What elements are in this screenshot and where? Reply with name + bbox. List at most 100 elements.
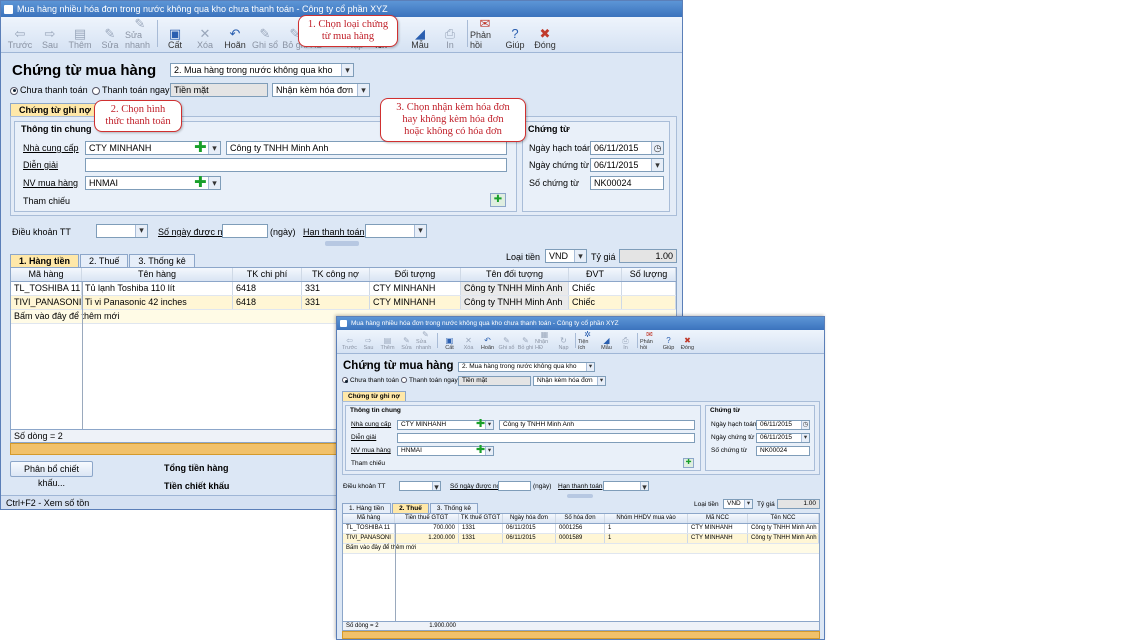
posting-date-field[interactable]: 06/11/2015 ◷ [590,141,664,155]
tab-goods-money[interactable]: 1. Hàng tiền [342,503,392,513]
toolbar-utility-button[interactable]: ✲Tiện ích [578,331,597,352]
description-field[interactable] [397,433,695,443]
toolbar-delete-button[interactable]: ✕ Xóa [190,27,220,50]
invoice-option-select[interactable]: Nhận kèm hóa đơn ▾ [272,83,370,97]
column-header[interactable]: TK công nợ [302,268,370,281]
table-cell[interactable]: 0001256 [556,524,605,533]
tab-debit-voucher[interactable]: Chứng từ ghi nợ [10,103,100,116]
column-header[interactable]: Đối tượng [370,268,461,281]
toolbar-add-doc-button[interactable]: ▤ Thêm [378,337,397,352]
table-cell[interactable]: 331 [302,282,370,295]
table-cell[interactable]: 0001589 [556,534,605,543]
calendar-icon[interactable]: ◷ [801,421,809,429]
voucher-type-select[interactable]: 2. Mua hàng trong nước không qua kho ▾ [458,362,595,372]
calendar-icon[interactable]: ◷ [651,142,663,154]
table-cell[interactable]: TIVI_PANASONI [343,534,395,543]
table-cell[interactable]: Chiếc [569,282,622,295]
collapse-handle[interactable] [325,241,359,246]
table-cell[interactable]: CTY MINHANH [688,534,748,543]
posting-date-field[interactable]: 06/11/2015 ◷ [756,420,810,430]
toolbar-edit-doc-button[interactable]: ✎ Sửa [397,337,416,352]
add-staff-icon[interactable]: ✚ [194,173,207,191]
toolbar-help-button[interactable]: ? Giúp [659,337,678,352]
add-reference-icon[interactable]: ✚ [490,193,506,207]
toolbar-arrow-left-button[interactable]: ⇦ Trước [340,337,359,352]
table-cell[interactable]: 1331 [459,534,503,543]
column-header[interactable]: Mã hàng [343,514,395,523]
voucher-date-field[interactable]: 06/11/2015 ▾ [590,158,664,172]
toolbar-print-button[interactable]: ⎙ In [616,337,635,352]
table-cell[interactable]: Công ty TNHH Minh Anh [461,282,569,295]
toolbar-close-button[interactable]: ✖ Đóng [678,337,697,352]
column-header[interactable]: ĐVT [569,268,622,281]
tab-statistics[interactable]: 3. Thống kê [429,503,479,513]
radio-unpaid[interactable]: Chưa thanh toán [342,377,399,384]
voucher-date-field[interactable]: 06/11/2015 ▾ [756,433,810,443]
tab-debit-voucher[interactable]: Chứng từ ghi nợ [342,391,406,401]
toolbar-save-button[interactable]: ▣ Cất [440,337,459,352]
column-header[interactable]: Tên đối tượng [461,268,569,281]
table-cell[interactable]: 6418 [233,282,302,295]
table-cell[interactable]: 06/11/2015 [503,524,556,533]
rate-field[interactable]: 1.00 [619,249,677,263]
table-cell[interactable]: CTY MINHANH [370,296,461,309]
toolbar-quick-edit-button[interactable]: ✎ Sửa nhanh [416,331,435,352]
toolbar-undo-button[interactable]: ↶ Hoãn [220,27,250,50]
table-cell[interactable]: 700.000 [395,524,459,533]
toolbar-feedback-button[interactable]: ✉ Phản hồi [470,17,500,50]
table-cell[interactable]: 06/11/2015 [503,534,556,543]
due-date-field[interactable]: ▾ [365,224,427,238]
rate-field[interactable]: 1.00 [777,499,820,509]
collapse-handle[interactable] [567,494,593,498]
radio-paid-now[interactable]: Thanh toán ngay [401,377,458,384]
toolbar-add-doc-button[interactable]: ▤ Thêm [65,27,95,50]
add-supplier-icon[interactable]: ✚ [476,417,485,430]
toolbar-post-button[interactable]: ✎ Ghi sổ [497,337,516,352]
currency-select[interactable]: VND ▾ [545,249,587,263]
payment-terms-select[interactable]: ▾ [96,224,148,238]
invoice-option-select[interactable]: Nhận kèm hóa đơn ▾ [533,376,606,386]
table-cell[interactable] [622,296,676,309]
tab-tax[interactable]: 2. Thuế [392,503,429,513]
days-field[interactable] [498,481,531,491]
table-cell[interactable]: CTY MINHANH [688,524,748,533]
table-cell[interactable]: 1331 [459,524,503,533]
column-header[interactable]: Số hóa đơn [556,514,605,523]
toolbar-help-button[interactable]: ? Giúp [500,27,530,50]
table-cell[interactable]: Công ty TNHH Minh Anh [748,524,819,533]
toolbar-feedback-button[interactable]: ✉ Phản hồi [640,331,659,352]
tab-goods-money[interactable]: 1. Hàng tiền [10,254,80,267]
toolbar-arrow-right-button[interactable]: ⇨ Sau [359,337,378,352]
toolbar-post-button[interactable]: ✎ Ghi sổ [250,27,280,50]
add-row-hint[interactable]: Bấm vào đây để thêm mới [343,544,819,554]
column-header[interactable]: Mã NCC [688,514,748,523]
days-field[interactable] [222,224,268,238]
voucher-type-select[interactable]: 2. Mua hàng trong nước không qua kho ▾ [170,63,354,77]
toolbar-close-button[interactable]: ✖ Đóng [530,27,560,50]
tab-statistics[interactable]: 3. Thống kê [129,254,195,267]
table-cell[interactable]: 1 [605,534,688,543]
table-cell[interactable]: TL_TOSHIBA 11 [11,282,82,295]
payment-method-field[interactable]: Tiền mặt [170,83,268,97]
radio-paid-now[interactable]: Thanh toán ngay [92,85,170,95]
table-cell[interactable]: CTY MINHANH [370,282,461,295]
voucher-no-field[interactable]: NK00024 [756,446,810,456]
table-cell[interactable]: TIVI_PANASONI [11,296,82,309]
column-header[interactable]: TK chi phí [233,268,302,281]
table-row[interactable]: TL_TOSHIBA 11 700.000 1331 06/11/2015 000125… [343,524,819,534]
toolbar-arrow-right-button[interactable]: ⇨ Sau [35,27,65,50]
toolbar-print-button[interactable]: ⎙ In [435,27,465,50]
toolbar-receive-invoice-button[interactable]: ▦Nhận HĐ [535,331,554,352]
table-row[interactable]: TIVI_PANASONI Ti vi Panasonic 42 inches 64… [11,296,676,310]
column-header[interactable]: Tên hàng [82,268,233,281]
tab-tax[interactable]: 2. Thuế [80,254,129,267]
table-row[interactable]: TIVI_PANASONI 1.200.000 1331 06/11/2015 0001… [343,534,819,544]
table-cell[interactable]: Ti vi Panasonic 42 inches [82,296,233,309]
voucher-no-field[interactable]: NK00024 [590,176,664,190]
table-cell[interactable]: 6418 [233,296,302,309]
horizontal-scrollbar[interactable] [342,631,820,639]
add-supplier-icon[interactable]: ✚ [194,138,207,156]
table-cell[interactable]: Chiếc [569,296,622,309]
table-cell[interactable]: Công ty TNHH Minh Anh [461,296,569,309]
table-cell[interactable]: 1 [605,524,688,533]
